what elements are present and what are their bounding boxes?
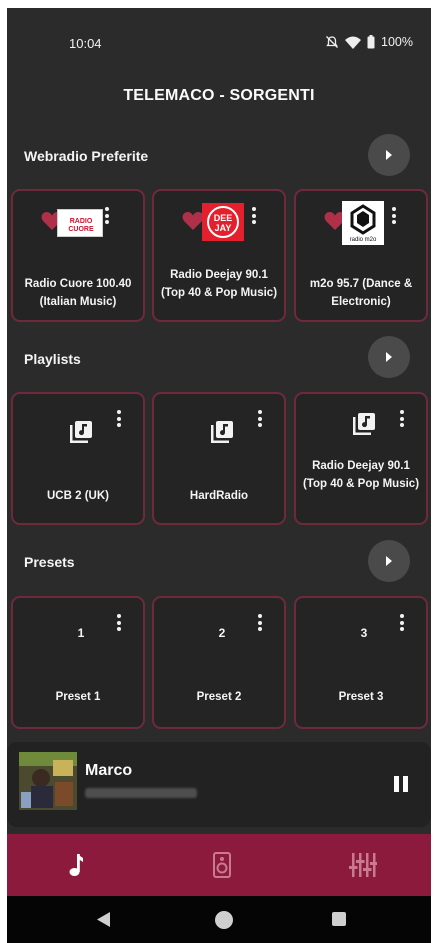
pause-icon[interactable] — [393, 776, 409, 792]
preset-card-2[interactable]: 2 Preset 2 — [152, 596, 286, 729]
card-label: Radio Cuore 100.40 (Italian Music) — [24, 278, 132, 308]
preset-number: 3 — [360, 626, 368, 640]
chevron-right-icon — [386, 150, 392, 160]
card-label: Preset 3 — [338, 691, 384, 703]
equalizer-icon[interactable] — [349, 852, 377, 878]
m2o-logo: radio m2o — [342, 201, 384, 245]
card-label: Preset 1 — [55, 691, 101, 703]
more-options-icon[interactable] — [390, 207, 398, 229]
svg-text:radio m2o: radio m2o — [350, 237, 377, 243]
webradio-more-button[interactable] — [368, 134, 410, 176]
more-options-icon[interactable] — [398, 410, 406, 432]
more-options-icon[interactable] — [115, 410, 123, 432]
status-time: 10:04 — [69, 36, 102, 51]
preset-number: 1 — [77, 626, 85, 640]
section-title-playlists: Playlists — [24, 351, 81, 367]
svg-text:CUORE: CUORE — [68, 226, 94, 233]
playlists-more-button[interactable] — [368, 336, 410, 378]
webradio-card-radio-deejay[interactable]: DEE JAY Radio Deejay 90.1 (Top 40 & Pop M… — [152, 189, 286, 322]
page-title: TELEMACO - SORGENTI — [123, 87, 315, 104]
back-icon[interactable] — [97, 912, 111, 927]
album-art — [19, 752, 77, 810]
card-label: Radio Deejay 90.1 (Top 40 & Pop Music) — [160, 269, 278, 299]
recent-apps-icon[interactable] — [332, 912, 346, 926]
preset-number: 2 — [218, 626, 226, 640]
more-options-icon[interactable] — [256, 614, 264, 636]
playlist-card-radio-deejay[interactable]: Radio Deejay 90.1 (Top 40 & Pop Music) — [294, 392, 428, 525]
music-note-icon[interactable] — [69, 852, 83, 878]
now-playing-title: Marco — [85, 762, 133, 779]
bottom-navigation — [7, 834, 431, 896]
battery-icon — [367, 35, 375, 49]
preset-card-3[interactable]: 3 Preset 3 — [294, 596, 428, 729]
card-label: Preset 2 — [196, 691, 242, 703]
chevron-right-icon — [386, 352, 392, 362]
wifi-icon — [345, 36, 362, 49]
radio-deejay-logo: DEE JAY — [202, 203, 244, 241]
card-label: HardRadio — [189, 490, 249, 502]
playlist-icon — [211, 421, 233, 443]
status-icons: 100% — [325, 35, 413, 49]
home-icon[interactable] — [215, 911, 233, 929]
playlist-card-hardradio[interactable]: HardRadio — [152, 392, 286, 525]
svg-text:DEE: DEE — [214, 213, 233, 223]
playlist-card-ucb2[interactable]: UCB 2 (UK) — [11, 392, 145, 525]
bell-off-icon — [325, 35, 339, 49]
preset-card-1[interactable]: 1 Preset 1 — [11, 596, 145, 729]
svg-text:JAY: JAY — [215, 223, 232, 233]
more-options-icon[interactable] — [398, 614, 406, 636]
more-options-icon[interactable] — [103, 207, 111, 229]
speaker-icon[interactable] — [213, 852, 231, 878]
mini-player[interactable]: Marco — [7, 742, 431, 827]
radio-cuore-logo: RADIO CUORE — [57, 209, 103, 237]
more-options-icon[interactable] — [115, 614, 123, 636]
playlist-icon — [353, 413, 375, 435]
playlist-icon — [70, 421, 92, 443]
app-screen: 10:04 100% TELEMACO - SORGENTI Webradio … — [7, 8, 431, 943]
more-options-icon[interactable] — [250, 207, 258, 229]
favorite-heart-icon[interactable] — [182, 211, 204, 231]
webradio-card-m2o[interactable]: radio m2o m2o 95.7 (Dance & Electronic) — [294, 189, 428, 322]
battery-level: 100% — [381, 35, 413, 49]
svg-text:RADIO: RADIO — [70, 218, 93, 225]
section-title-presets: Presets — [24, 554, 75, 570]
card-label: m2o 95.7 (Dance & Electronic) — [309, 278, 413, 308]
card-label: Radio Deejay 90.1 (Top 40 & Pop Music) — [302, 460, 420, 490]
card-label: UCB 2 (UK) — [47, 490, 109, 502]
more-options-icon[interactable] — [256, 410, 264, 432]
chevron-right-icon — [386, 556, 392, 566]
webradio-card-radio-cuore[interactable]: RADIO CUORE Radio Cuore 100.40 (Italian M… — [11, 189, 145, 322]
status-bar: 10:04 100% — [7, 8, 431, 66]
now-playing-subtitle — [85, 788, 197, 798]
presets-more-button[interactable] — [368, 540, 410, 582]
system-navigation-bar — [7, 896, 431, 943]
section-title-webradio: Webradio Preferite — [24, 148, 149, 164]
